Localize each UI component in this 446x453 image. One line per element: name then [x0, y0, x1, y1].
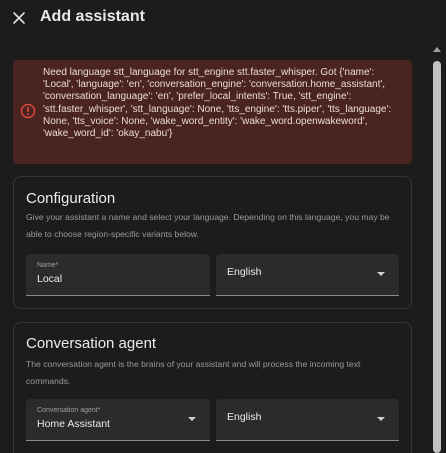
alert-circle-icon	[20, 103, 36, 119]
chevron-down-icon	[188, 417, 196, 421]
name-field[interactable]: Name* Local	[26, 254, 210, 296]
conversation-language-value: English	[227, 411, 262, 423]
chevron-down-icon	[377, 272, 385, 276]
name-field-label: Name*	[37, 262, 59, 269]
conversation-agent-card: Conversation agent The conversation agen…	[13, 322, 412, 453]
conversation-agent-value: Home Assistant	[37, 418, 110, 430]
configuration-title: Configuration	[26, 190, 116, 207]
error-alert: Need language stt_language for stt_engin…	[13, 60, 412, 164]
dialog-content: Need language stt_language for stt_engin…	[0, 36, 430, 453]
configuration-card: Configuration Give your assistant a name…	[13, 176, 412, 309]
language-select[interactable]: English	[216, 254, 399, 296]
error-message: Need language stt_language for stt_engin…	[43, 67, 392, 140]
close-button[interactable]	[9, 8, 29, 28]
dialog-header: Add assistant	[0, 0, 446, 36]
conversation-agent-title: Conversation agent	[26, 335, 157, 352]
scrollbar[interactable]	[431, 44, 443, 453]
name-field-value: Local	[37, 273, 63, 285]
dialog-title: Add assistant	[40, 8, 145, 25]
language-select-value: English	[227, 266, 262, 278]
conversation-language-select[interactable]: English	[216, 399, 399, 441]
configuration-description: Give your assistant a name and select yo…	[26, 212, 390, 239]
scroll-up-arrow-icon[interactable]	[433, 47, 441, 52]
close-icon	[13, 12, 25, 24]
conversation-agent-select[interactable]: Conversation agent* Home Assistant	[26, 399, 210, 441]
conversation-agent-label: Conversation agent*	[37, 407, 101, 414]
scrollbar-thumb[interactable]	[433, 61, 441, 453]
chevron-down-icon	[377, 417, 385, 421]
conversation-agent-description: The conversation agent is the brains of …	[26, 359, 361, 386]
